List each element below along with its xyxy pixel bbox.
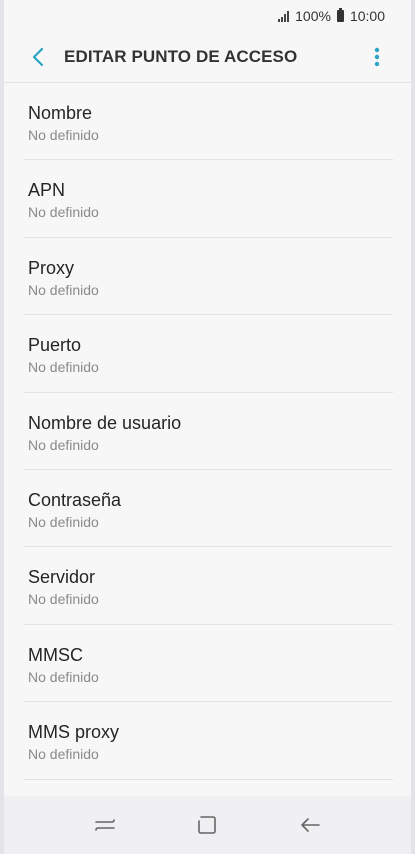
list-item-servidor[interactable]: Servidor No definido [24, 547, 393, 625]
list-item-contrasena[interactable]: Contraseña No definido [24, 470, 393, 548]
more-options-button[interactable] [357, 37, 397, 77]
list-item-nombre[interactable]: Nombre No definido [24, 83, 393, 161]
item-value: No definido [28, 281, 99, 298]
back-arrow-icon [301, 818, 320, 832]
device-screen: 100% 10:00 EDITAR PUNTO DE ACCESO Nombre… [0, 0, 415, 854]
item-value: No definido [28, 127, 99, 143]
status-bar: 100% 10:00 [4, 0, 411, 32]
home-button[interactable] [187, 805, 227, 845]
list-item-apn[interactable]: APN No definido [24, 160, 393, 238]
item-label: MMSC [28, 644, 83, 665]
more-vertical-icon [374, 47, 380, 67]
item-value: No definido [28, 204, 99, 221]
item-value: No definido [28, 746, 99, 763]
home-icon [198, 816, 217, 834]
list-item-mmsc[interactable]: MMSC No definido [24, 625, 393, 703]
page-title: EDITAR PUNTO DE ACCESO [64, 47, 298, 66]
item-label: Servidor [28, 567, 96, 588]
back-nav-button[interactable] [290, 805, 330, 845]
navigation-bar [4, 796, 411, 854]
status-time: 10:00 [349, 8, 385, 24]
back-button[interactable] [18, 37, 58, 77]
list-item-mms-proxy[interactable]: MMS proxy No definido [24, 702, 393, 780]
item-label: Nombre [28, 103, 93, 123]
item-value: No definido [28, 436, 99, 453]
item-value: No definido [28, 359, 99, 376]
item-label: Nombre de usuario [28, 412, 182, 433]
item-label: Puerto [28, 335, 82, 356]
item-label: APN [28, 180, 66, 201]
recent-apps-icon [95, 819, 115, 831]
signal-icon [278, 10, 290, 22]
battery-icon [336, 8, 344, 22]
item-value: No definido [28, 513, 99, 530]
item-label: Proxy [28, 257, 75, 278]
list-item-puerto[interactable]: Puerto No definido [24, 315, 393, 393]
app-bar: EDITAR PUNTO DE ACCESO [4, 32, 411, 83]
apn-settings-list: Nombre No definido APN No definido Proxy… [24, 83, 393, 780]
item-label: MMS proxy [28, 722, 120, 743]
recent-apps-button[interactable] [85, 805, 125, 845]
chevron-left-icon [32, 47, 44, 67]
item-label: Contraseña [28, 489, 122, 510]
item-value: No definido [28, 668, 99, 685]
list-item-proxy[interactable]: Proxy No definido [24, 238, 393, 316]
list-item-nombre-de-usuario[interactable]: Nombre de usuario No definido [24, 393, 393, 470]
item-value: No definido [28, 591, 99, 608]
battery-percent: 100% [295, 8, 331, 24]
